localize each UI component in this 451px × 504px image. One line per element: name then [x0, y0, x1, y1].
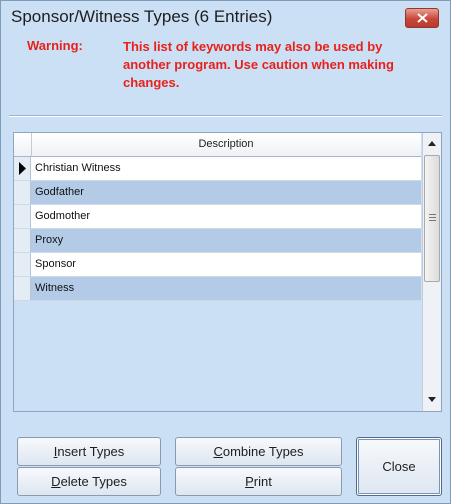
print-button[interactable]: Print [175, 467, 342, 496]
column-header-description[interactable]: Description [31, 133, 421, 156]
table-row[interactable]: Christian Witness [14, 157, 421, 181]
description-cell[interactable]: Sponsor [35, 253, 76, 276]
scroll-down-button[interactable] [423, 391, 441, 409]
vertical-scrollbar[interactable] [422, 133, 441, 411]
table-row[interactable]: Godmother [14, 205, 421, 229]
row-indicator[interactable] [14, 277, 31, 300]
window-close-button[interactable] [405, 8, 439, 28]
row-indicator[interactable] [14, 229, 31, 252]
table-row[interactable]: Witness [14, 277, 421, 301]
close-button[interactable]: Close [356, 437, 442, 496]
row-indicator[interactable] [14, 181, 31, 204]
row-pointer-icon [19, 162, 26, 175]
close-x-icon [417, 13, 428, 23]
table-row[interactable]: Proxy [14, 229, 421, 253]
insert-types-button[interactable]: Insert Types [17, 437, 161, 466]
description-cell[interactable]: Godmother [35, 205, 90, 228]
warning-text: This list of keywords may also be used b… [123, 39, 394, 90]
scroll-thumb[interactable] [424, 155, 440, 282]
dialog-window: Sponsor/Witness Types (6 Entries) Warnin… [0, 0, 451, 504]
window-title: Sponsor/Witness Types (6 Entries) [11, 7, 273, 26]
row-indicator[interactable] [14, 157, 31, 180]
grid-rows: Christian Witness Godfather Godmother Proxy… [14, 157, 421, 301]
arrow-up-icon [428, 141, 436, 146]
description-cell[interactable]: Godfather [35, 181, 84, 204]
description-cell[interactable]: Proxy [35, 229, 63, 252]
scroll-up-button[interactable] [423, 135, 441, 153]
table-row[interactable]: Godfather [14, 181, 421, 205]
title-bar[interactable]: Sponsor/Witness Types (6 Entries) [1, 1, 450, 35]
indicator-column-header [14, 133, 32, 156]
description-cell[interactable]: Witness [35, 277, 74, 300]
warning-label: Warning: [27, 38, 83, 53]
combine-types-button[interactable]: Combine Types [175, 437, 342, 466]
types-grid: Description Christian Witness Godfather Go… [13, 132, 442, 412]
description-cell[interactable]: Christian Witness [35, 157, 121, 180]
divider [9, 115, 442, 117]
grid-header: Description [14, 133, 421, 157]
arrow-down-icon [428, 397, 436, 402]
table-row[interactable]: Sponsor [14, 253, 421, 277]
thumb-grip [429, 214, 436, 215]
delete-types-button[interactable]: Delete Types [17, 467, 161, 496]
row-indicator[interactable] [14, 205, 31, 228]
row-indicator[interactable] [14, 253, 31, 276]
